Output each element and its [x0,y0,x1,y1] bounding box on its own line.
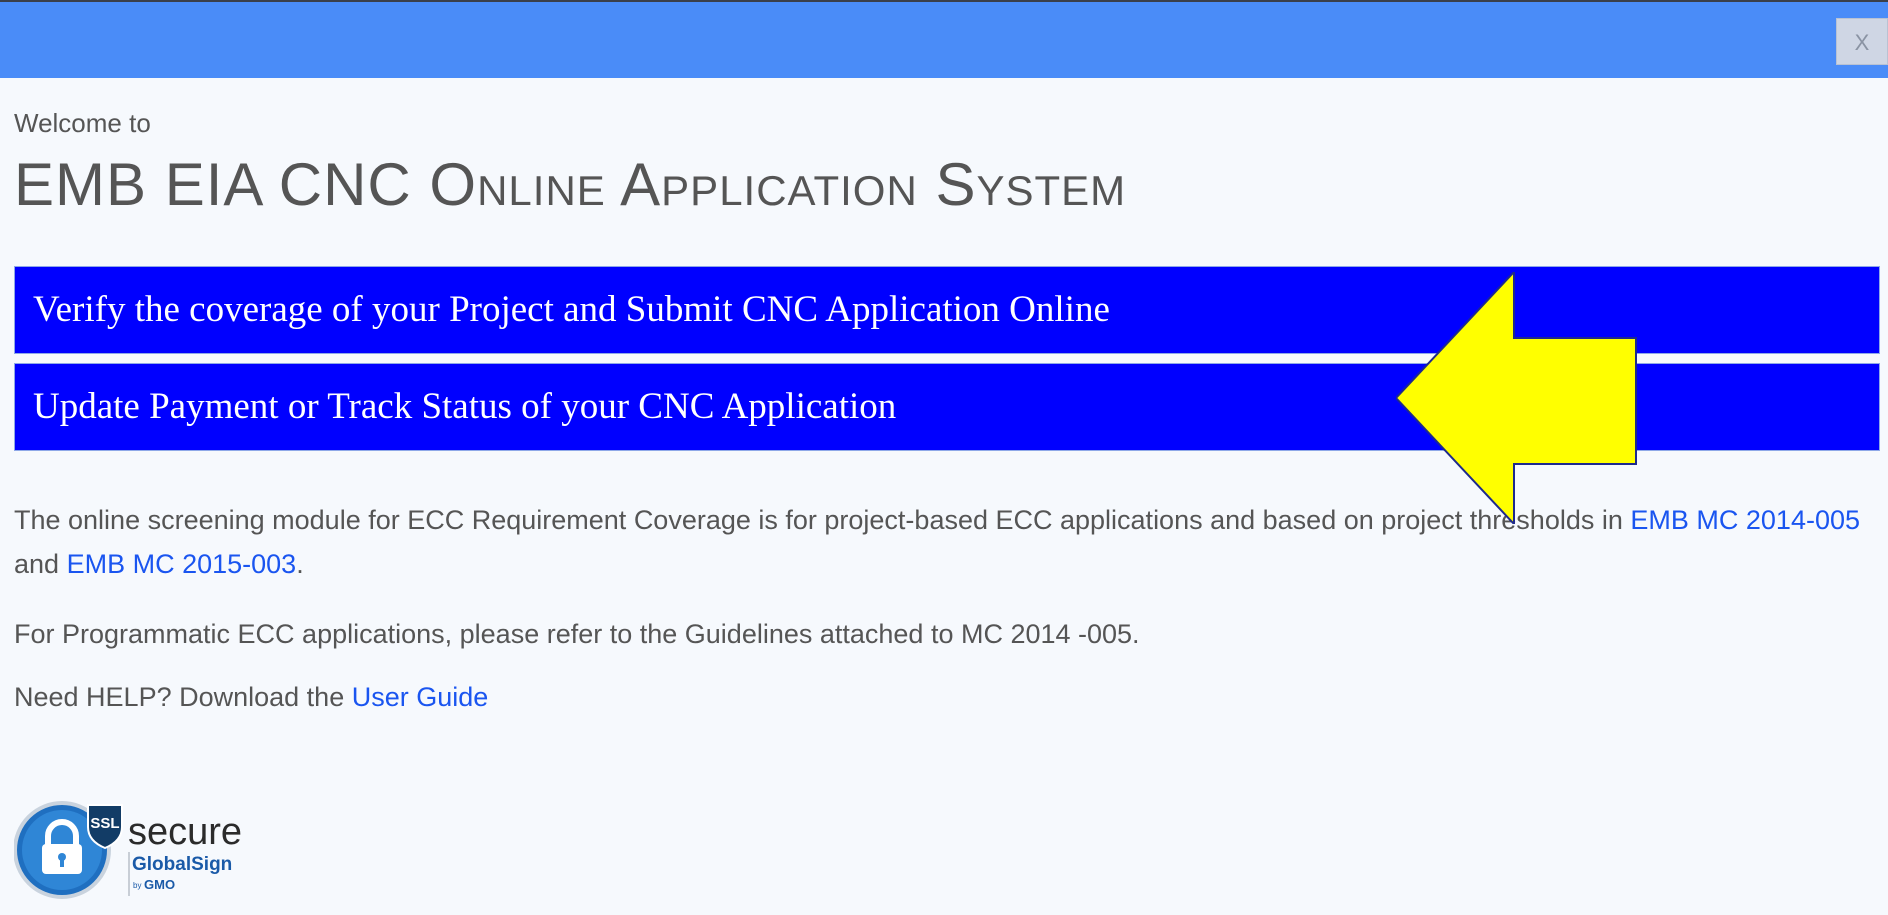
by-text: by [133,881,141,890]
globalsign-text: GlobalSign [132,854,232,875]
screening-text: The online screening module for ECC Requ… [14,505,1623,535]
ssl-shield-icon: SSL [87,804,123,850]
help-text: Need HELP? Download the User Guide [14,675,488,719]
secure-text: secure [128,811,242,853]
screening-info-paragraph: The online screening module for ECC Requ… [14,498,1884,586]
close-button[interactable]: X [1836,18,1888,65]
user-guide-link[interactable]: User Guide [352,682,489,712]
emb-mc-2014-005-link[interactable]: EMB MC 2014-005 [1630,505,1860,535]
globalsign-ssl-seal[interactable]: SSL secure GlobalSign by GMO [14,798,274,902]
verify-coverage-button[interactable]: Verify the coverage of your Project and … [14,266,1880,354]
ssl-text: SSL [90,815,119,832]
modal-title-bar: X [0,2,1888,78]
help-prefix: Need HELP? Download the [14,682,345,712]
programmatic-info-text: For Programmatic ECC applications, pleas… [14,619,1140,649]
gmo-text: GMO [144,877,175,892]
welcome-text: Welcome to [14,108,151,138]
period-text: . [296,549,304,579]
page-title: EMB EIA CNC Online Application System [14,151,1127,218]
emb-mc-2015-003-link[interactable]: EMB MC 2015-003 [67,549,297,579]
track-status-button[interactable]: Update Payment or Track Status of your C… [14,363,1880,451]
and-text: and [14,549,60,579]
